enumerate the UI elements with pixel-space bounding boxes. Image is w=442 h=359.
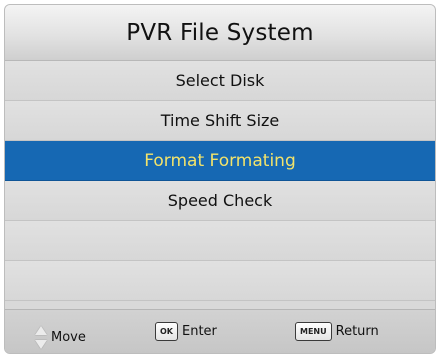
hint-enter: OK Enter — [155, 322, 217, 341]
menu-item-empty — [5, 261, 435, 301]
menu-item-label: Select Disk — [175, 71, 265, 90]
help-bar: Move OK Enter MENU Return — [5, 309, 435, 353]
hint-return: MENU Return — [295, 322, 379, 341]
enter-label: Enter — [182, 324, 217, 339]
up-down-arrows-icon — [35, 326, 47, 352]
dialog-title: PVR File System — [126, 19, 314, 46]
arrow-up-icon — [35, 326, 47, 335]
ok-key-icon: OK — [155, 322, 178, 341]
menu-item-empty — [5, 221, 435, 261]
menu-item-label: Speed Check — [167, 191, 273, 210]
return-label: Return — [335, 324, 379, 339]
menu-item-format[interactable]: Format Formating — [5, 141, 435, 181]
menu-item-label: Format Formating — [144, 150, 296, 171]
menu-item-time-shift-size[interactable]: Time Shift Size — [5, 101, 435, 141]
menu-item-label: Time Shift Size — [160, 111, 280, 130]
menu-item-select-disk[interactable]: Select Disk — [5, 61, 435, 101]
pvr-file-system-dialog: PVR File System Select Disk Time Shift S… — [5, 5, 435, 353]
hint-move: Move — [35, 322, 86, 352]
move-label: Move — [51, 329, 86, 345]
title-bar: PVR File System — [5, 5, 435, 61]
menu-key-icon: MENU — [295, 322, 332, 341]
menu-list: Select Disk Time Shift Size Format Forma… — [5, 61, 435, 301]
arrow-down-icon — [35, 340, 47, 349]
menu-item-speed-check[interactable]: Speed Check — [5, 181, 435, 221]
